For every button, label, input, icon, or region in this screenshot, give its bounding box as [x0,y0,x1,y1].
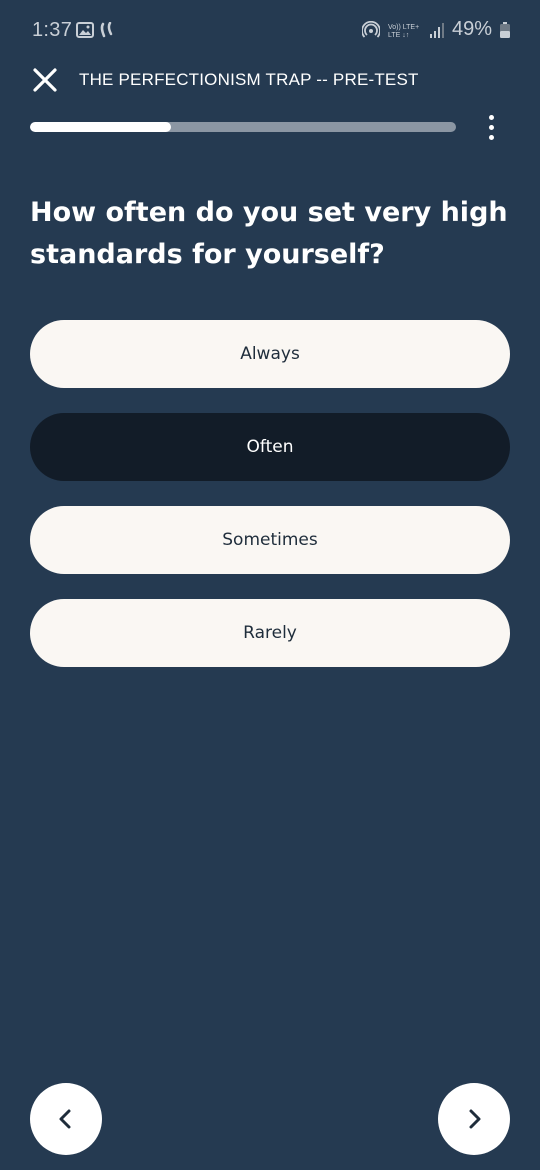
answer-option-label: Always [240,344,300,364]
answer-option-rarely[interactable]: Rarely [30,599,510,667]
more-vertical-icon [489,115,494,120]
progress-bar [30,122,456,132]
question-text: How often do you set very high standards… [30,197,508,270]
hotspot-icon [361,20,380,38]
answer-option-label: Rarely [243,623,297,643]
gallery-icon [76,22,94,38]
progress-bar-fill [30,122,171,132]
chevron-left-icon [59,1109,71,1129]
status-bar: 1:37 Vo)) LTE+ LTE ↓↑ 49% [0,0,540,62]
answer-option-label: Sometimes [222,530,318,550]
quiz-title: THE PERFECTIONISM TRAP -- PRE-TEST [79,70,419,89]
previous-button[interactable] [30,1083,102,1155]
signal-icon [429,22,444,38]
more-options-button[interactable] [478,112,506,144]
volte-icon: Vo)) LTE+ LTE ↓↑ [388,24,419,39]
activity-icon [100,22,113,38]
answer-option-label: Often [246,437,294,457]
status-time: 1:37 [32,19,73,41]
svg-text:LTE ↓↑: LTE ↓↑ [388,32,409,39]
next-button[interactable] [438,1083,510,1155]
answer-option-sometimes[interactable]: Sometimes [30,506,510,574]
battery-percent: 49% [451,18,492,40]
close-button[interactable] [30,65,60,95]
answer-option-always[interactable]: Always [30,320,510,388]
answer-option-often[interactable]: Often [30,413,510,481]
chevron-right-icon [469,1109,481,1129]
battery-icon [500,21,510,38]
close-icon [33,68,57,92]
top-app-bar: THE PERFECTIONISM TRAP -- PRE-TEST [0,58,540,108]
status-indicators: Vo)) LTE+ LTE ↓↑ 49% [361,18,510,41]
svg-text:Vo)) LTE+: Vo)) LTE+ [388,24,419,31]
